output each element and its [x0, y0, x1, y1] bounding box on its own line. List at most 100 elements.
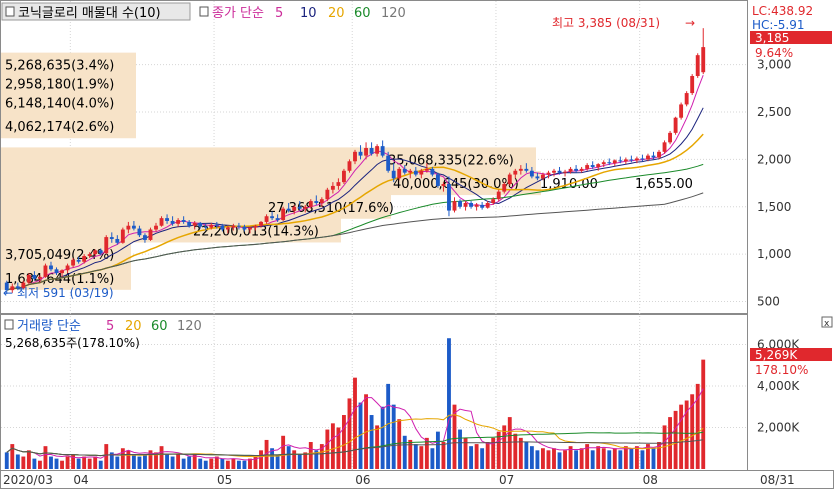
candle-up [568, 168, 573, 172]
candle-up [424, 168, 429, 171]
volume-bar-up [579, 448, 584, 469]
volume-bar-down [143, 454, 147, 469]
volume-bar-up [330, 423, 335, 469]
candle-up [71, 259, 76, 266]
candle-down [557, 170, 562, 173]
candle-up [690, 76, 695, 94]
volume-bar-up [43, 446, 48, 469]
volume-header-value: 5,268,635주(178.10%) [5, 336, 140, 350]
volume-bar-down [220, 458, 225, 469]
candle-up [679, 104, 684, 118]
candle-up [259, 221, 263, 226]
candle-down [430, 168, 435, 175]
arrow-left-icon: ← [3, 286, 13, 300]
volume-profile-label: 6,148,140(4.0%) [5, 97, 114, 112]
candle-down [286, 208, 291, 211]
candle-up [596, 164, 601, 167]
price-tick-label: 1,000 [757, 247, 791, 261]
volume-bar-up [209, 458, 214, 469]
volume-bar-down [557, 452, 562, 469]
candle-down [181, 220, 186, 222]
volume-bar-down [629, 448, 634, 469]
volume-bar-up [93, 456, 98, 469]
volume-bar-up [623, 446, 628, 469]
volume-bar-down [198, 458, 203, 469]
candle-down [529, 170, 534, 177]
candle-down [115, 238, 120, 243]
volume-bar-up [518, 437, 523, 469]
candle-up [634, 158, 639, 161]
volume-bar-down [435, 431, 440, 469]
volume-bar-down [651, 448, 656, 469]
volume-bar-down [480, 448, 485, 469]
candle-down [651, 155, 656, 158]
checkbox-icon[interactable] [199, 6, 209, 17]
ma5-legend: 5 [275, 6, 283, 21]
volume-bar-down [391, 404, 396, 469]
ma60-legend: 60 [354, 6, 371, 21]
volume-bar-down [275, 454, 280, 469]
chart-title: 코닉글로리 매물대 수(10) [18, 6, 161, 21]
volume-bar-down [447, 338, 451, 469]
candle-down [618, 160, 623, 162]
price-tick-label: 1,500 [757, 200, 791, 214]
candle-up [353, 151, 357, 162]
volume-bar-down [286, 446, 291, 469]
date-tick-label: 07 [499, 473, 514, 487]
candle-up [37, 276, 42, 279]
volume-bar-down [170, 456, 175, 469]
volume-bar-up [701, 359, 706, 469]
volume-bar-up [596, 446, 601, 469]
candle-up [253, 225, 258, 228]
volume-bar-up [546, 450, 551, 469]
candle-down [203, 226, 208, 228]
volume-bar-up [126, 450, 131, 469]
stock-chart[interactable]: 5,268,635(3.4%) 2,958,180(1.9%) 6,148,140(… [0, 0, 834, 489]
price-axis: 5001,0001,5002,0002,5003,000 [757, 58, 791, 309]
date-tick-label: 04 [73, 473, 88, 487]
candle-up [579, 168, 584, 171]
volume-bar-up [21, 456, 26, 469]
checkbox-icon[interactable] [4, 319, 14, 330]
volume-bar-up [347, 398, 352, 469]
candle-up [347, 161, 352, 171]
volume-bar-up [634, 446, 639, 469]
volume-bar-up [601, 448, 606, 469]
current-volume: 5,269K [755, 348, 798, 362]
candle-down [413, 170, 418, 175]
candle-down [369, 148, 374, 154]
low-annotation: 최저 591 (03/19) [17, 286, 114, 300]
volume-bar-up [474, 444, 479, 469]
current-price: 3,185 [755, 31, 789, 45]
volume-bar-up [259, 450, 263, 469]
candle-up [518, 168, 523, 171]
candle-up [154, 225, 158, 230]
checkbox-icon[interactable] [5, 6, 15, 17]
candle-down [480, 204, 485, 208]
lc-label: LC:438.92 [752, 4, 813, 18]
ma120-legend: 120 [381, 6, 406, 21]
candle-up [104, 237, 109, 254]
candle-down [590, 165, 595, 167]
volume-bar-up [552, 448, 556, 469]
candle-down [187, 221, 192, 226]
price-tick-label: 2,500 [757, 105, 791, 119]
volume-bar-down [115, 456, 120, 469]
volume-change: 178.10% [755, 363, 808, 377]
candle-up [701, 47, 706, 73]
ma10-legend: 10 [300, 6, 317, 21]
volume-profile-label: 4,062,174(2.6%) [5, 120, 114, 135]
date-tick-label: 06 [355, 473, 370, 487]
candle-down [358, 151, 363, 156]
volume-bar-down [458, 429, 462, 469]
candle-down [137, 228, 142, 236]
candle-up [491, 199, 496, 203]
candle-up [474, 204, 479, 207]
close-icon: x [824, 319, 830, 329]
candle-up [303, 206, 308, 209]
candle-down [275, 218, 280, 221]
volume-bar-up [541, 448, 545, 469]
candle-up [585, 165, 590, 169]
candle-down [386, 155, 391, 171]
date-tick-label: 2020/03 [3, 473, 53, 487]
